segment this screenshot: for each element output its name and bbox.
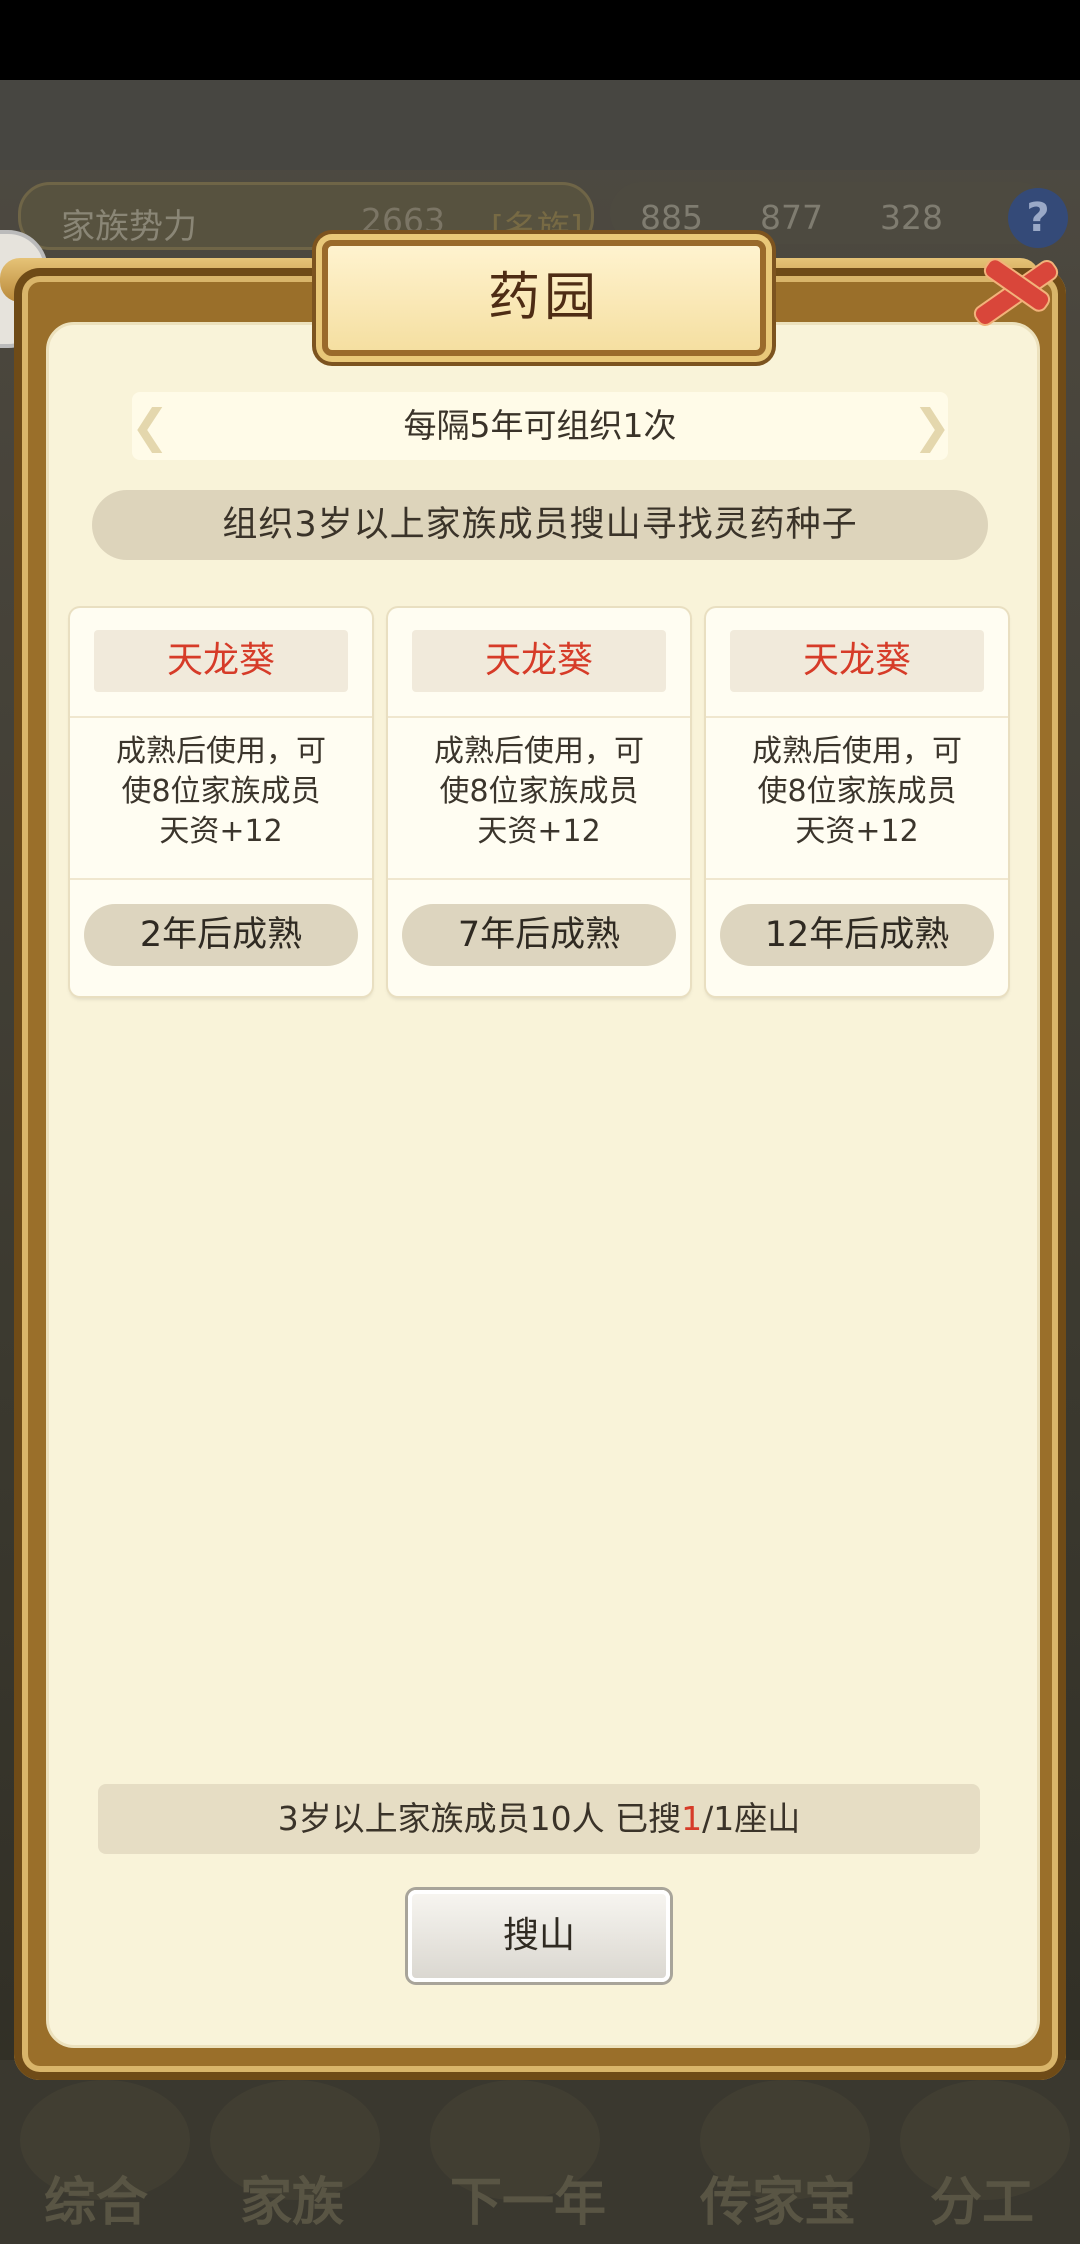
resource-gold-value: 885	[640, 198, 703, 237]
seed-card[interactable]: 天龙葵 成熟后使用，可 使8位家族成员 天资+12 2年后成熟	[70, 608, 372, 996]
nav-item-family[interactable]: 家族	[240, 2160, 344, 2235]
maturity-badge: 12年后成熟	[720, 904, 994, 966]
nav-item-division[interactable]: 分工	[930, 2160, 1034, 2235]
resource-coin-value: 328	[880, 198, 943, 237]
seed-desc-line: 天资+12	[795, 814, 919, 849]
seed-description: 成熟后使用，可 使8位家族成员 天资+12	[398, 732, 680, 852]
maturity-badge: 7年后成熟	[402, 904, 676, 966]
seed-desc-line: 使8位家族成员	[757, 774, 957, 809]
card-divider	[388, 878, 690, 880]
family-power-label: 家族势力	[61, 207, 197, 247]
seed-desc-line: 使8位家族成员	[439, 774, 639, 809]
search-status-prefix: 3岁以上家族成员10人 已搜	[277, 1799, 682, 1838]
resource-silver-value: 877	[760, 198, 823, 237]
top-dim-bar	[0, 80, 1080, 170]
card-divider	[70, 716, 372, 718]
ribbon-left-arrow-icon: ❮	[130, 399, 170, 453]
status-bar-top	[0, 0, 1080, 80]
seed-name: 天龙葵	[94, 630, 348, 692]
card-divider	[388, 716, 690, 718]
seed-desc-line: 使8位家族成员	[121, 774, 321, 809]
description-bar: 组织3岁以上家族成员搜山寻找灵药种子	[92, 490, 988, 560]
family-power-value: 2663	[361, 201, 445, 240]
card-divider	[706, 878, 1008, 880]
seed-description: 成熟后使用，可 使8位家族成员 天资+12	[80, 732, 362, 852]
search-status-suffix: /1座山	[702, 1799, 801, 1838]
nav-item-heirloom[interactable]: 传家宝	[700, 2160, 856, 2235]
seed-desc-line: 天资+12	[159, 814, 283, 849]
dialog-title: 药园	[487, 268, 600, 328]
interval-ribbon: 每隔5年可组织1次	[132, 392, 948, 460]
seed-card[interactable]: 天龙葵 成熟后使用，可 使8位家族成员 天资+12 7年后成熟	[388, 608, 690, 996]
card-divider	[706, 716, 1008, 718]
maturity-badge: 2年后成熟	[84, 904, 358, 966]
description-text: 组织3岁以上家族成员搜山寻找灵药种子	[222, 505, 858, 545]
seed-desc-line: 成熟后使用，可	[752, 734, 962, 769]
seed-name: 天龙葵	[730, 630, 984, 692]
seed-name: 天龙葵	[412, 630, 666, 692]
search-mountain-button[interactable]: 搜山	[408, 1890, 670, 1982]
seed-desc-line: 成熟后使用，可	[434, 734, 644, 769]
seed-desc-line: 天资+12	[477, 814, 601, 849]
search-status-bar: 3岁以上家族成员10人 已搜1/1座山	[98, 1784, 980, 1854]
nav-item-next-year[interactable]: 下一年	[450, 2160, 606, 2235]
ribbon-right-arrow-icon: ❯	[912, 399, 952, 453]
close-button[interactable]	[958, 234, 1068, 344]
seed-card[interactable]: 天龙葵 成熟后使用，可 使8位家族成员 天资+12 12年后成熟	[706, 608, 1008, 996]
seed-desc-line: 成熟后使用，可	[116, 734, 326, 769]
card-divider	[70, 878, 372, 880]
interval-text: 每隔5年可组织1次	[403, 406, 677, 445]
nav-item-general[interactable]: 综合	[44, 2160, 148, 2235]
seed-description: 成熟后使用，可 使8位家族成员 天资+12	[716, 732, 998, 852]
search-status-current: 1	[681, 1799, 703, 1838]
dialog-title-plate: 药园	[322, 240, 766, 356]
